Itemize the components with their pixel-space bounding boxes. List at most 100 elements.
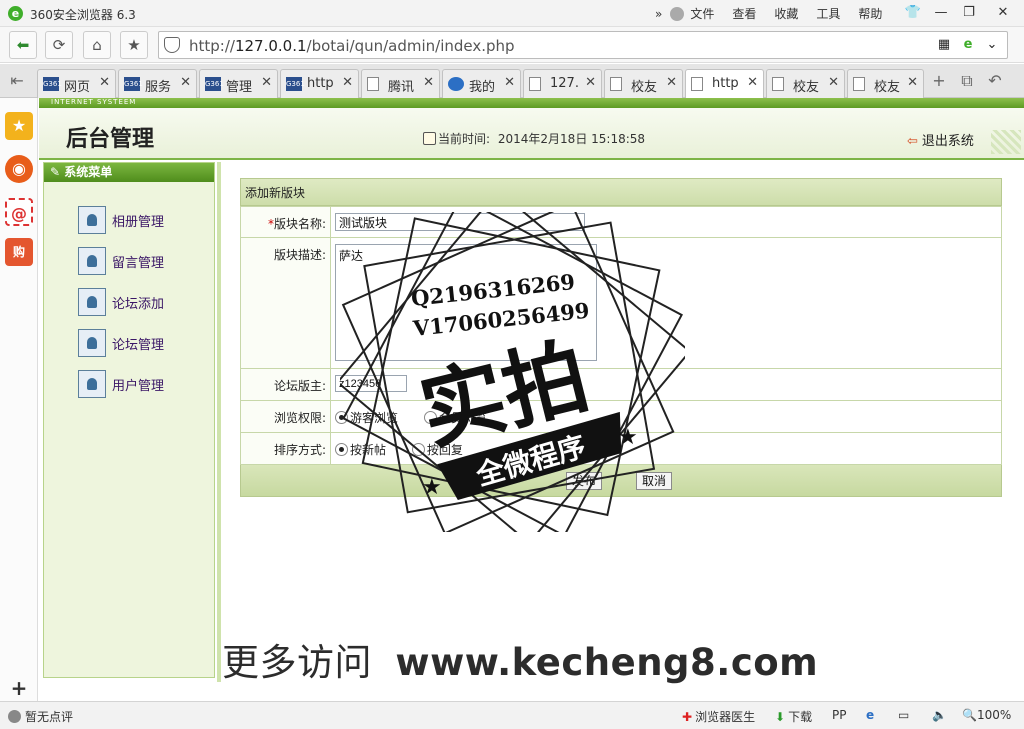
- tab-2[interactable]: G361 服务 ✕: [118, 69, 197, 98]
- menu-help[interactable]: 帮助: [858, 5, 882, 22]
- site-favicon-icon: G361: [43, 77, 62, 91]
- tab-4[interactable]: G361 http ✕: [280, 69, 359, 98]
- new-tab-plus-icon[interactable]: +: [928, 71, 950, 91]
- forum-admin-input[interactable]: [335, 375, 407, 392]
- section-name-input[interactable]: [335, 213, 585, 231]
- add-plus-icon[interactable]: +: [5, 674, 33, 702]
- tab-1[interactable]: G361 网页 ✕: [37, 69, 116, 98]
- menu-header: ✎ 系统菜单: [44, 163, 214, 182]
- menu-file[interactable]: 文件: [690, 5, 714, 22]
- download-button[interactable]: ⬇ 下载: [775, 708, 812, 725]
- tab-list-icon[interactable]: ⧉: [956, 71, 978, 91]
- volume-icon[interactable]: 🔈: [932, 708, 947, 722]
- tab-label: 管理: [226, 80, 253, 95]
- zoom-magnifier-icon: 🔍: [962, 708, 977, 722]
- logout-link[interactable]: ⇦ 退出系统: [907, 130, 974, 149]
- shopping-icon[interactable]: 购: [5, 238, 33, 266]
- pp-icon[interactable]: PP: [832, 708, 846, 722]
- perm-guest-label: 游客浏览: [350, 411, 399, 425]
- menu-item-messages[interactable]: 留言管理: [78, 246, 164, 276]
- tab-close-icon[interactable]: ✕: [585, 75, 596, 90]
- tab-label: 校友: [631, 80, 658, 95]
- menu-view[interactable]: 查看: [732, 5, 756, 22]
- menu-item-label: 论坛添加: [112, 296, 165, 312]
- cancel-button[interactable]: 取消: [636, 472, 673, 490]
- user-card-icon: [78, 288, 106, 316]
- browser-title: 360安全浏览器 6.3: [30, 8, 136, 22]
- tab-close-icon[interactable]: ✕: [907, 75, 918, 90]
- sidebar-toggle-icon[interactable]: ⇤: [6, 71, 28, 91]
- tab-close-icon[interactable]: ✕: [261, 75, 272, 90]
- tab-6[interactable]: 我的 ✕: [442, 69, 521, 98]
- tab-5[interactable]: 腾讯 ✕: [361, 69, 440, 98]
- tab-3[interactable]: G361 管理 ✕: [199, 69, 278, 98]
- weibo-icon[interactable]: ◉: [5, 155, 33, 183]
- browser-doctor[interactable]: ✚ 浏览器医生: [682, 708, 755, 725]
- address-input[interactable]: http://127.0.0.1/botai/qun/admin/index.p…: [158, 31, 1008, 59]
- strip-caption: INTERNET SYSTEEM: [51, 98, 137, 106]
- menu-tools[interactable]: 工具: [816, 5, 840, 22]
- tab-close-icon[interactable]: ✕: [99, 75, 110, 90]
- browser-titlebar: e 360安全浏览器 6.3 » 文件 查看 收藏 工具 帮助 👕 — ❐ ✕: [0, 0, 1024, 27]
- skin-shirt-icon[interactable]: 👕: [900, 2, 926, 24]
- menu-item-users[interactable]: 用户管理: [78, 369, 164, 399]
- favorites-star-icon[interactable]: ★: [5, 112, 33, 140]
- decor-pattern: [991, 130, 1021, 154]
- sort-newest-radio[interactable]: [335, 443, 348, 456]
- zoom-control[interactable]: 🔍100%: [962, 708, 1011, 722]
- sort-label: 排序方式:: [240, 432, 331, 465]
- tab-close-icon[interactable]: ✕: [180, 75, 191, 90]
- ie-icon[interactable]: e: [866, 708, 874, 722]
- document-icon: [610, 77, 622, 91]
- download-arrow-icon: ⬇: [775, 710, 786, 724]
- user-icon[interactable]: [670, 6, 685, 21]
- home-button[interactable]: ⌂: [83, 31, 111, 59]
- mail-at-icon[interactable]: @: [5, 198, 33, 226]
- tab-9-active[interactable]: http ✕: [685, 69, 764, 98]
- submit-button[interactable]: 发布: [566, 472, 603, 490]
- tab-8[interactable]: 校友 ✕: [604, 69, 683, 98]
- site-watermark: 更多访问 www.kecheng8.com: [222, 632, 818, 686]
- refresh-button[interactable]: ⟳: [45, 31, 73, 59]
- tab-label: 校友: [874, 80, 901, 95]
- tab-close-icon[interactable]: ✕: [342, 75, 353, 90]
- dropdown-chevron-icon[interactable]: ⌄: [983, 36, 1001, 54]
- top-strip: [39, 98, 1024, 108]
- desc-label: 版块描述:: [240, 237, 331, 369]
- add-section-form: 添加新版块 *版块名称: 版块描述: 萨达 论坛版主: 浏览权限: 游客浏览 会…: [240, 178, 1002, 497]
- menu-favorites[interactable]: 收藏: [774, 5, 798, 22]
- tab-close-icon[interactable]: ✕: [828, 75, 839, 90]
- tab-close-icon[interactable]: ✕: [666, 75, 677, 90]
- undo-close-tab-icon[interactable]: ↶: [984, 71, 1006, 91]
- expand-chevron-icon[interactable]: »: [655, 7, 662, 21]
- tab-close-icon[interactable]: ✕: [423, 75, 434, 90]
- restore-button[interactable]: ❐: [956, 2, 982, 24]
- tab-label: 网页: [64, 80, 91, 95]
- tab-close-icon[interactable]: ✕: [747, 75, 758, 90]
- menu-item-album[interactable]: 相册管理: [78, 205, 164, 235]
- favorite-star-button[interactable]: ★: [120, 31, 148, 59]
- qrcode-icon[interactable]: ▦: [935, 36, 953, 54]
- tab-10[interactable]: 校友 ✕: [766, 69, 845, 98]
- tab-close-icon[interactable]: ✕: [504, 75, 515, 90]
- menu-item-forum-manage[interactable]: 论坛管理: [78, 328, 164, 358]
- perm-member-radio[interactable]: [423, 411, 437, 424]
- screen-icon[interactable]: ▭: [898, 708, 909, 722]
- menu-item-forum-add[interactable]: 论坛添加: [78, 287, 164, 317]
- perm-guest-radio[interactable]: [335, 411, 348, 424]
- section-desc-textarea[interactable]: 萨达: [335, 244, 597, 361]
- sort-replies-radio[interactable]: [411, 443, 425, 456]
- tab-11[interactable]: 校友 ✕: [847, 69, 924, 98]
- tab-7[interactable]: 127. ✕: [523, 69, 602, 98]
- panel-splitter[interactable]: [217, 162, 221, 682]
- menu-title: 系统菜单: [64, 165, 113, 179]
- menu-item-label: 留言管理: [112, 255, 165, 271]
- logout-label: 退出系统: [921, 134, 974, 149]
- minimize-button[interactable]: —: [928, 2, 954, 24]
- comment-status[interactable]: 暂无点评: [8, 708, 73, 725]
- security-shield-icon[interactable]: [164, 37, 180, 53]
- back-button[interactable]: ⬅: [9, 31, 37, 59]
- address-url[interactable]: http://127.0.0.1/botai/qun/admin/index.p…: [189, 37, 515, 55]
- ie-mode-icon[interactable]: e: [959, 36, 977, 54]
- close-window-button[interactable]: ✕: [990, 2, 1016, 24]
